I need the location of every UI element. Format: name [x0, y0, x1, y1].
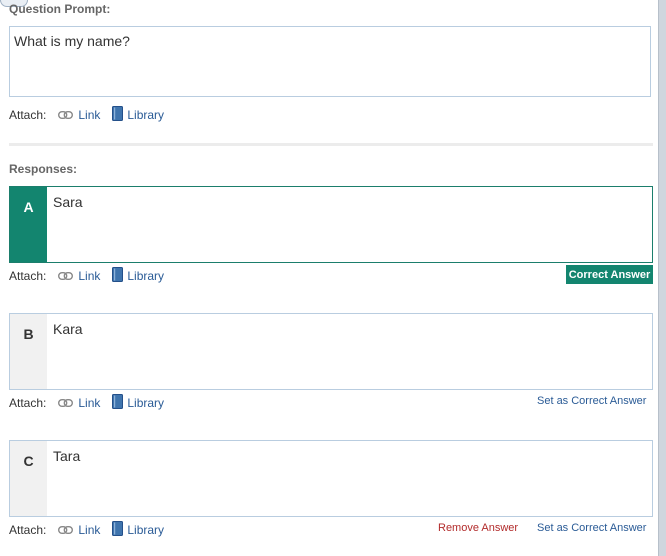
response-a-attach-link-button[interactable]: Link — [58, 269, 100, 283]
prompt-attach-row: Attach: Link Library — [9, 106, 176, 124]
response-b-attach-row: Attach: Link Library — [9, 394, 176, 412]
attach-link-label: Link — [78, 269, 101, 283]
correct-answer-badge: Correct Answer — [566, 265, 653, 284]
response-b-attach-library-button[interactable]: Library — [112, 394, 164, 412]
response-a-card[interactable]: A Sara — [9, 186, 653, 263]
question-prompt-label: Question Prompt: — [9, 2, 111, 16]
section-divider — [9, 143, 653, 146]
attach-library-label: Library — [127, 523, 165, 537]
attach-library-label: Library — [127, 396, 165, 410]
attach-library-label: Library — [127, 269, 165, 283]
response-letter: C — [23, 453, 34, 469]
response-c-attach-row: Attach: Link Library — [9, 521, 176, 539]
response-letter: B — [23, 326, 34, 342]
library-book-icon — [112, 521, 124, 539]
attach-label: Attach: — [9, 269, 47, 283]
response-a-attach-row: Attach: Link Library — [9, 267, 176, 285]
response-c-attach-library-button[interactable]: Library — [112, 521, 164, 539]
response-c-attach-link-button[interactable]: Link — [58, 523, 100, 537]
attach-label: Attach: — [9, 523, 47, 537]
attach-label: Attach: — [9, 108, 47, 122]
attach-library-label: Library — [127, 108, 165, 122]
response-b-input[interactable]: Kara — [53, 321, 83, 337]
link-icon — [58, 111, 74, 119]
response-c-card[interactable]: C Tara — [9, 440, 653, 517]
response-b-letter-column: B — [10, 314, 47, 389]
response-c-set-correct-link[interactable]: Set as Correct Answer — [537, 522, 646, 534]
link-icon — [58, 399, 74, 407]
responses-label: Responses: — [9, 162, 78, 176]
attach-link-label: Link — [78, 108, 101, 122]
response-c-remove-link[interactable]: Remove Answer — [438, 522, 518, 534]
prompt-attach-link-button[interactable]: Link — [58, 108, 100, 122]
response-b-card[interactable]: B Kara — [9, 313, 653, 390]
library-book-icon — [112, 267, 124, 285]
library-book-icon — [112, 394, 124, 412]
response-a-letter-column: A — [10, 187, 47, 262]
response-c-letter-column: C — [10, 441, 47, 516]
response-a-input[interactable]: Sara — [53, 194, 83, 210]
attach-link-label: Link — [78, 396, 101, 410]
attach-label: Attach: — [9, 396, 47, 410]
response-letter: A — [23, 199, 34, 215]
response-b-set-correct-link[interactable]: Set as Correct Answer — [537, 395, 646, 407]
response-a-attach-library-button[interactable]: Library — [112, 267, 164, 285]
library-book-icon — [112, 106, 124, 124]
scrollbar[interactable] — [658, 0, 666, 556]
attach-link-label: Link — [78, 523, 101, 537]
response-b-attach-link-button[interactable]: Link — [58, 396, 100, 410]
link-icon — [58, 526, 74, 534]
link-icon — [58, 272, 74, 280]
question-prompt-input[interactable]: What is my name? — [9, 26, 651, 97]
response-c-input[interactable]: Tara — [53, 448, 80, 464]
prompt-attach-library-button[interactable]: Library — [112, 106, 164, 124]
